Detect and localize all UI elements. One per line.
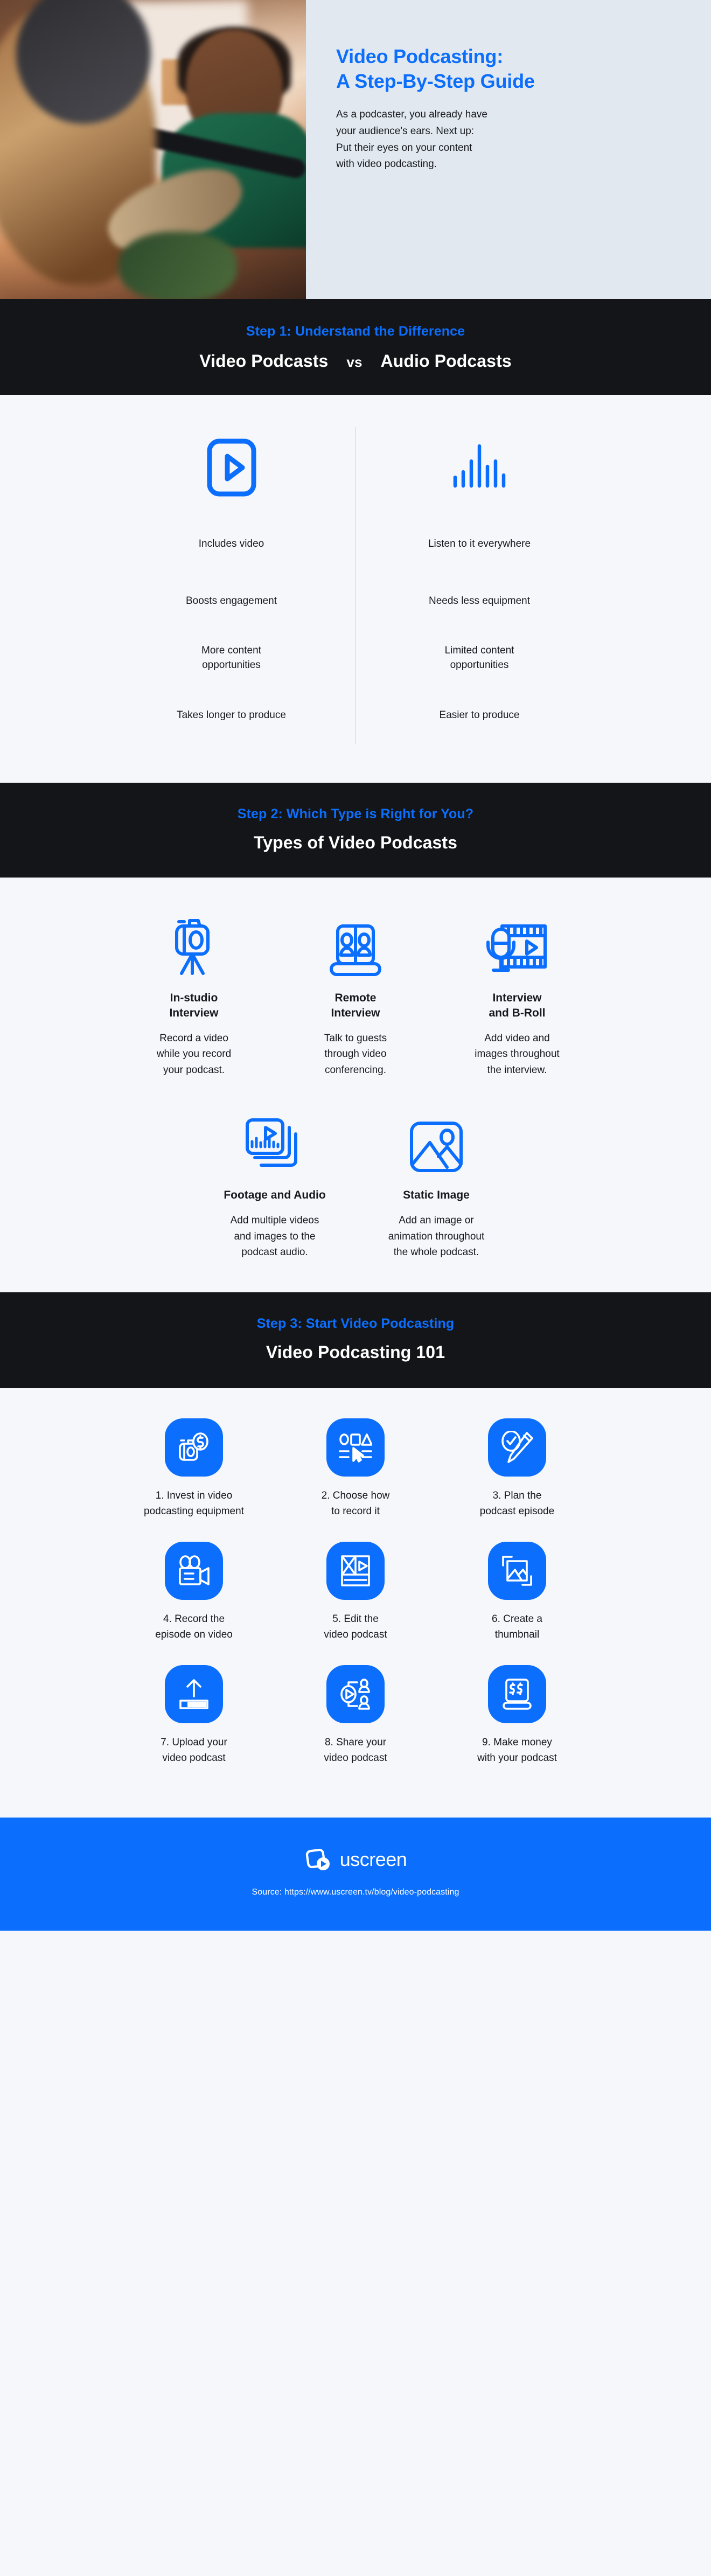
audio-waveform-icon [451, 427, 508, 508]
header-text-panel: Video Podcasting: A Step-By-Step Guide A… [306, 0, 711, 299]
money-screen-icon [488, 1665, 546, 1724]
grid-row-3: 7. Upload your video podcast 8. Share yo… [0, 1665, 711, 1788]
step-cell-4: 4. Record the episode on video [113, 1542, 275, 1642]
step-label: 7. Upload your video podcast [161, 1737, 227, 1764]
podcast-studio-photo [0, 0, 306, 299]
page-title: Video Podcasting: A Step-By-Step Guide [336, 45, 535, 93]
step2-band: Step 2: Which Type is Right for You? Typ… [0, 783, 711, 878]
film-camera-icon [165, 1542, 223, 1600]
header-subtitle: As a podcaster, you already have your au… [336, 109, 487, 170]
list-item: Boosts engagement [185, 595, 277, 607]
type-desc: Add an image or animation throughout the… [388, 1215, 485, 1258]
uscreen-logo[interactable]: uscreen [0, 1846, 711, 1874]
play-video-icon [207, 427, 256, 508]
step1-headline: Video Podcasts vs Audio Podcasts [0, 351, 711, 371]
type-title: Remote Interview [331, 992, 380, 1019]
step1-left-heading: Video Podcasts [199, 351, 329, 371]
step-cell-5: 5. Edit the video podcast [275, 1542, 436, 1642]
list-item: Takes longer to produce [177, 709, 286, 721]
step-cell-8: 8. Share your video podcast [275, 1665, 436, 1766]
step-label: 4. Record the episode on video [155, 1613, 233, 1640]
upload-arrow-icon [165, 1665, 223, 1724]
step1-band: Step 1: Understand the Difference Video … [0, 299, 711, 395]
step2-headline: Types of Video Podcasts [253, 833, 458, 852]
type-card-remote: Remote Interview Talk to guests through … [275, 909, 436, 1078]
video-podcasting-101-grid: 1. Invest in video podcasting equipment … [0, 1388, 711, 1818]
source-link[interactable]: Source: https://www.uscreen.tv/blog/vide… [0, 1888, 711, 1897]
step-label: 8. Share your video podcast [324, 1737, 387, 1764]
type-desc: Record a video while you record your pod… [156, 1032, 232, 1076]
step-label: 6. Create a thumbnail [492, 1613, 542, 1640]
step-label: 9. Make money with your podcast [477, 1737, 557, 1764]
type-desc: Add multiple videos and images to the po… [230, 1215, 319, 1258]
type-title: Interview and B-Roll [489, 992, 546, 1019]
type-title: Footage and Audio [224, 1189, 326, 1202]
footer-section: uscreen Source: https://www.uscreen.tv/b… [0, 1818, 711, 1931]
shapes-cursor-icon [326, 1418, 385, 1477]
type-card-static-image: Static Image Add an image or animation t… [356, 1106, 517, 1260]
step-label: 1. Invest in video podcasting equipment [144, 1490, 244, 1517]
camera-tripod-icon [168, 909, 220, 979]
type-card-broll: Interview and B-Roll Add video and image… [436, 909, 598, 1078]
thumbnail-crop-icon [488, 1542, 546, 1600]
video-conference-laptop-icon [326, 909, 385, 979]
step1-right-heading: Audio Podcasts [380, 351, 512, 371]
list-item: Easier to produce [439, 709, 520, 721]
step1-eyebrow: Step 1: Understand the Difference [246, 324, 465, 339]
video-editor-icon [326, 1542, 385, 1600]
audio-podcast-column: Listen to it everywhere Needs less equip… [356, 427, 603, 744]
share-play-icon [326, 1665, 385, 1724]
step-cell-7: 7. Upload your video podcast [113, 1665, 275, 1766]
comparison-section: Includes video Boosts engagement More co… [0, 395, 711, 783]
step-cell-9: 9. Make money with your podcast [436, 1665, 598, 1766]
type-desc: Add video and images throughout the inte… [475, 1032, 560, 1076]
step3-band: Step 3: Start Video Podcasting Video Pod… [0, 1292, 711, 1389]
step2-eyebrow: Step 2: Which Type is Right for You? [237, 806, 474, 821]
step-cell-1: 1. Invest in video podcasting equipment [113, 1418, 275, 1519]
grid-row-1: 1. Invest in video podcasting equipment … [0, 1418, 711, 1542]
video-podcast-list: Includes video Boosts engagement More co… [177, 516, 286, 744]
check-pen-icon [488, 1418, 546, 1477]
types-row-2: Footage and Audio Add multiple videos an… [0, 1106, 711, 1260]
types-section: In-studio Interview Record a video while… [0, 878, 711, 1293]
list-item: Listen to it everywhere [428, 538, 531, 549]
grid-row-2: 4. Record the episode on video 5. Edit t… [0, 1542, 711, 1665]
vs-label: vs [346, 354, 363, 370]
uscreen-play-logo-icon [304, 1846, 332, 1874]
type-card-footage-audio: Footage and Audio Add multiple videos an… [194, 1106, 356, 1260]
step-label: 2. Choose how to record it [321, 1490, 390, 1517]
infographic-page: Video Podcasting: A Step-By-Step Guide A… [0, 0, 711, 1931]
types-row-1: In-studio Interview Record a video while… [0, 909, 711, 1078]
header-section: Video Podcasting: A Step-By-Step Guide A… [0, 0, 711, 299]
uscreen-wordmark: uscreen [339, 1848, 407, 1871]
list-item: Needs less equipment [429, 595, 530, 607]
microphone-filmstrip-icon [486, 909, 548, 979]
step-label: 5. Edit the video podcast [324, 1613, 387, 1640]
static-image-icon [408, 1106, 464, 1176]
type-card-in-studio: In-studio Interview Record a video while… [113, 909, 275, 1078]
step3-headline: Video Podcasting 101 [266, 1342, 445, 1362]
step3-eyebrow: Step 3: Start Video Podcasting [256, 1316, 455, 1332]
video-podcast-column: Includes video Boosts engagement More co… [108, 427, 356, 744]
step-cell-6: 6. Create a thumbnail [436, 1542, 598, 1642]
type-title: In-studio Interview [169, 992, 219, 1019]
list-item: More content opportunities [201, 645, 261, 671]
step-cell-2: 2. Choose how to record it [275, 1418, 436, 1519]
list-item: Limited content opportunities [444, 645, 514, 671]
stacked-media-cards-icon [243, 1106, 306, 1176]
type-desc: Talk to guests through video conferencin… [324, 1032, 387, 1076]
audio-podcast-list: Listen to it everywhere Needs less equip… [428, 516, 531, 744]
step-cell-3: 3. Plan the podcast episode [436, 1418, 598, 1519]
camera-dollar-icon [165, 1418, 223, 1477]
list-item: Includes video [198, 538, 264, 549]
type-title: Static Image [403, 1189, 470, 1202]
step-label: 3. Plan the podcast episode [479, 1490, 555, 1517]
